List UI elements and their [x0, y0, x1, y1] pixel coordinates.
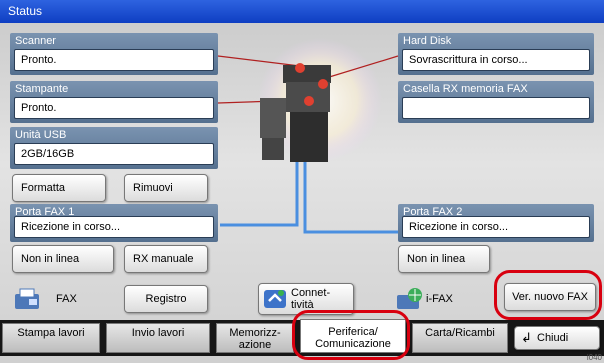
tab-storage[interactable]: Memorizz- azione — [216, 323, 294, 353]
tab-send-jobs[interactable]: Invio lavori — [106, 323, 210, 353]
ifax-icon — [397, 288, 422, 309]
fax-label: FAX — [56, 293, 77, 305]
close-button[interactable]: ↲ Chiudi — [514, 326, 600, 350]
close-label: Chiudi — [537, 332, 569, 344]
cable-lines — [220, 160, 398, 234]
connectivity-icon — [264, 290, 286, 308]
tab-device-communication[interactable]: Periferica/ Comunicazione — [300, 319, 406, 353]
tab-device-communication-label: Periferica/ Comunicazione — [315, 326, 391, 350]
connectivity-button[interactable]: Connet- tività — [258, 283, 354, 315]
status-screen: Status Scanner Pronto. Stampante Pronto.… — [0, 0, 604, 363]
ifax-label: i-FAX — [426, 293, 453, 305]
footer-code: i040 — [586, 353, 602, 362]
tab-print-jobs-label: Stampa lavori — [17, 327, 85, 339]
connectivity-label: Connet- tività — [291, 287, 331, 311]
log-button[interactable]: Registro — [124, 285, 208, 313]
tab-paper-supplies[interactable]: Carta/Ricambi — [412, 323, 508, 353]
tab-storage-label: Memorizz- azione — [229, 327, 281, 351]
tab-print-jobs[interactable]: Stampa lavori — [2, 323, 100, 353]
tab-send-jobs-label: Invio lavori — [131, 327, 185, 339]
fax-icon — [15, 288, 39, 309]
check-new-fax-button[interactable]: Ver. nuovo FAX — [504, 283, 596, 311]
device-diagram — [217, 38, 399, 234]
tab-paper-supplies-label: Carta/Ricambi — [425, 327, 495, 339]
return-arrow-icon: ↲ — [521, 330, 532, 345]
